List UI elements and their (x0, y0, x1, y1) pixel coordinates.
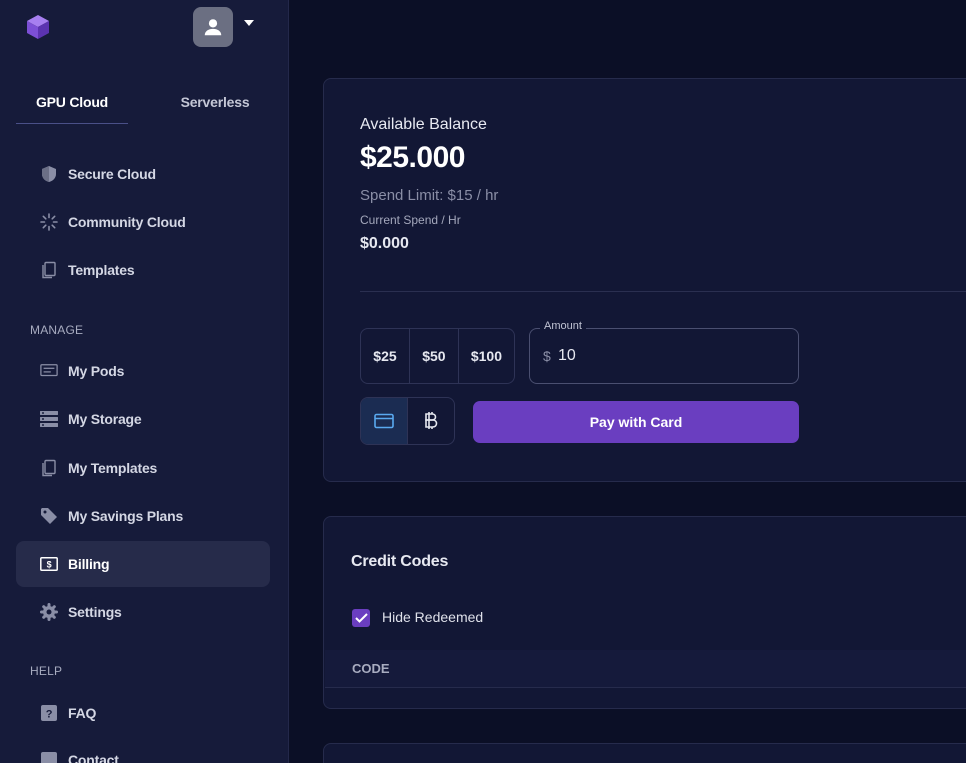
sidebar: GPU Cloud Serverless Secure Cloud Commun… (0, 0, 289, 763)
tab-serverless[interactable]: Serverless (128, 80, 272, 124)
tab-gpu-cloud[interactable]: GPU Cloud (16, 80, 128, 124)
sidebar-item-label: Community Cloud (68, 214, 186, 230)
template-icon (40, 459, 58, 477)
product-tabs: GPU Cloud Serverless (16, 80, 272, 124)
sidebar-item-templates[interactable]: Templates (16, 247, 270, 293)
contact-icon (40, 751, 58, 763)
crypto-method-button[interactable] (408, 398, 454, 444)
spinner-icon (40, 213, 58, 231)
sidebar-item-label: My Pods (68, 363, 125, 379)
divider (360, 291, 966, 292)
sidebar-item-my-savings-plans[interactable]: My Savings Plans (16, 493, 270, 539)
credit-codes-card: Credit Codes Hide Redeemed CODE (323, 516, 966, 709)
sidebar-item-secure-cloud[interactable]: Secure Cloud (16, 151, 270, 197)
check-icon (354, 613, 368, 623)
credit-codes-title: Credit Codes (351, 553, 449, 570)
column-header-code[interactable]: CODE (352, 661, 390, 676)
user-icon (204, 19, 222, 36)
sidebar-item-my-templates[interactable]: My Templates (16, 445, 270, 491)
tag-icon (40, 507, 58, 525)
sidebar-item-label: Templates (68, 262, 135, 278)
credit-card-icon (374, 413, 394, 429)
sidebar-item-community-cloud[interactable]: Community Cloud (16, 199, 270, 245)
currency-prefix: $ (543, 348, 551, 364)
amount-100-button[interactable]: $100 (459, 329, 514, 383)
sidebar-item-settings[interactable]: Settings (16, 589, 270, 635)
shield-icon (40, 165, 58, 183)
sidebar-item-label: My Savings Plans (68, 508, 184, 524)
available-balance-value: $25.000 (360, 141, 465, 174)
amount-label: Amount (540, 320, 586, 332)
amount-field: Amount $ (529, 320, 799, 384)
amount-25-button[interactable]: $25 (361, 329, 410, 383)
balance-card: Available Balance $25.000 Spend Limit: $… (323, 78, 966, 482)
sidebar-item-billing[interactable]: $ Billing (16, 541, 270, 587)
sidebar-item-faq[interactable]: ? FAQ (16, 690, 270, 736)
hide-redeemed-label[interactable]: Hide Redeemed (382, 609, 483, 625)
sidebar-item-label: My Storage (68, 411, 142, 427)
gear-icon (40, 603, 58, 621)
amount-50-button[interactable]: $50 (410, 329, 459, 383)
dollar-bill-icon: $ (40, 555, 58, 573)
sidebar-item-my-storage[interactable]: My Storage (16, 396, 270, 442)
section-title-manage: MANAGE (30, 323, 84, 337)
sidebar-item-label: Contact (68, 752, 119, 763)
chevron-down-icon[interactable] (244, 20, 254, 26)
logo-cube-icon[interactable] (24, 13, 52, 41)
available-balance-label: Available Balance (360, 116, 487, 133)
sidebar-item-contact[interactable]: Contact (16, 737, 270, 763)
credit-codes-table-header: CODE (325, 650, 966, 688)
amount-input[interactable] (558, 341, 758, 371)
spend-limit-text: Spend Limit: $15 / hr (360, 187, 499, 204)
payment-method-toggle (360, 397, 455, 445)
user-avatar-button[interactable] (193, 7, 233, 47)
pay-with-card-button[interactable]: Pay with Card (473, 401, 799, 443)
question-icon: ? (40, 704, 58, 722)
current-spend-value: $0.000 (360, 235, 409, 252)
sidebar-item-label: Billing (68, 556, 110, 572)
sidebar-item-label: FAQ (68, 705, 97, 721)
current-spend-label: Current Spend / Hr (360, 213, 461, 227)
sidebar-item-label: My Templates (68, 460, 158, 476)
storage-icon (40, 410, 58, 428)
section-title-help: HELP (30, 664, 63, 678)
template-icon (40, 261, 58, 279)
sidebar-item-my-pods[interactable]: My Pods (16, 348, 270, 394)
bitcoin-icon (425, 412, 438, 429)
svg-text:$: $ (47, 560, 52, 570)
monitor-icon (40, 362, 58, 380)
sidebar-item-label: Settings (68, 604, 122, 620)
card-method-button[interactable] (361, 398, 408, 444)
sidebar-item-label: Secure Cloud (68, 166, 156, 182)
next-card (323, 743, 966, 763)
amount-preset-group: $25 $50 $100 (360, 328, 515, 384)
svg-text:?: ? (46, 709, 53, 721)
hide-redeemed-checkbox[interactable] (352, 609, 370, 627)
